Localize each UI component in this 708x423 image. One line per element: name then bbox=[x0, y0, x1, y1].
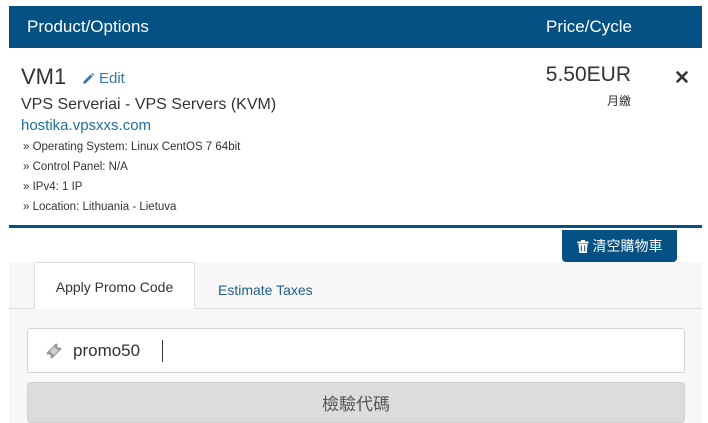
item-price: 5.50EUR bbox=[545, 63, 631, 86]
tab-apply-promo[interactable]: Apply Promo Code bbox=[34, 262, 195, 310]
pencil-icon bbox=[83, 72, 95, 84]
item-cycle: 月繳 bbox=[606, 94, 631, 108]
item-name: VM1 bbox=[21, 64, 67, 89]
header-product-label: Product/Options bbox=[27, 17, 149, 36]
trash-icon bbox=[577, 239, 588, 253]
detail-ipv4: » IPv4: 1 IP bbox=[23, 181, 83, 193]
detail-location: » Location: Lithuania - Lietuva bbox=[23, 201, 177, 213]
promo-tabs: Apply Promo Code Estimate Taxes bbox=[9, 262, 702, 310]
detail-control-panel: » Control Panel: N/A bbox=[23, 161, 128, 173]
item-details: » Operating System: Linux CentOS 7 64bit… bbox=[23, 137, 240, 217]
promo-code-input[interactable] bbox=[73, 339, 633, 363]
item-domain: hostika.vpsxxs.com bbox=[21, 117, 152, 134]
tab-estimate-taxes[interactable]: Estimate Taxes bbox=[218, 282, 313, 298]
item-group: VPS Serveriai - VPS Servers (KVM) bbox=[21, 96, 277, 113]
edit-link[interactable]: Edit bbox=[82, 70, 125, 87]
ticket-icon bbox=[46, 343, 62, 359]
edit-label: Edit bbox=[99, 70, 125, 87]
cart-item: VM1 Edit VPS Serveriai - VPS Servers (KV… bbox=[9, 48, 702, 228]
empty-cart-label: 清空購物車 bbox=[592, 238, 663, 254]
shopping-cart: Product/Options Price/Cycle VM1 Edit VPS… bbox=[9, 6, 702, 423]
detail-os: » Operating System: Linux CentOS 7 64bit bbox=[23, 141, 241, 153]
promo-panel: 檢驗代碼 bbox=[9, 309, 702, 423]
text-caret bbox=[162, 340, 163, 362]
validate-code-button[interactable]: 檢驗代碼 bbox=[27, 382, 685, 423]
header-price-label: Price/Cycle bbox=[546, 17, 632, 36]
promo-input-wrapper bbox=[27, 328, 685, 373]
empty-cart-button[interactable]: 清空購物車 bbox=[562, 230, 677, 262]
cart-header: Product/Options Price/Cycle bbox=[9, 6, 702, 48]
close-icon[interactable] bbox=[674, 69, 690, 85]
